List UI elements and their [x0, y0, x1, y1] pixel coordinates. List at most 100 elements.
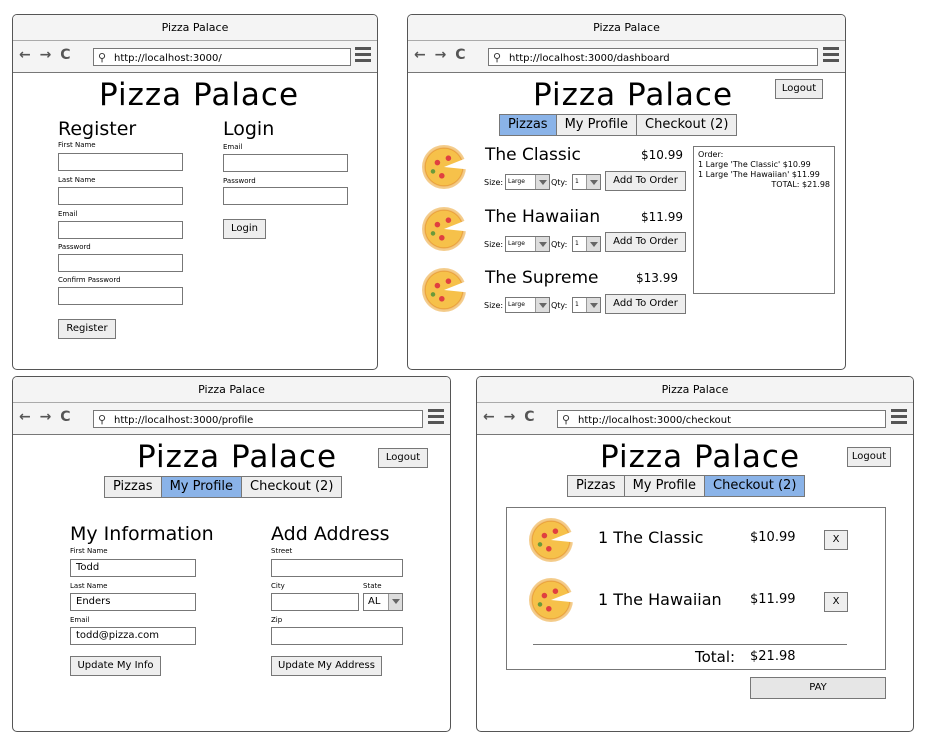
login-window: Pizza Palace ← → C ⚲ http://localhost:300…: [12, 14, 378, 370]
order-summary: Order: 1 Large 'The Classic' $10.99 1 La…: [693, 146, 835, 294]
my-information-heading: My Information: [70, 523, 214, 545]
cart-item-price: $10.99: [750, 530, 796, 545]
city-field[interactable]: [271, 593, 359, 611]
zip-field[interactable]: [271, 627, 403, 645]
address-bar[interactable]: ⚲ http://localhost:3000/checkout: [557, 410, 886, 428]
register-button[interactable]: Register: [58, 319, 116, 339]
nav-buttons[interactable]: ← → C: [414, 47, 467, 63]
tab-my-profile[interactable]: My Profile: [624, 476, 706, 496]
order-heading: Order:: [698, 150, 724, 159]
pizza-image: [422, 145, 466, 189]
url-text: http://localhost:3000/dashboard: [509, 53, 670, 64]
browser-toolbar: ← → C ⚲ http://localhost:3000/: [13, 41, 377, 73]
total-label: Total:: [695, 648, 736, 666]
pizza-image: [529, 578, 573, 622]
window-title: Pizza Palace: [13, 15, 377, 41]
address-bar[interactable]: ⚲ http://localhost:3000/profile: [93, 410, 423, 428]
menu-icon[interactable]: [428, 409, 444, 425]
qty-label: Qty:: [551, 240, 568, 249]
chevron-down-icon: [586, 237, 600, 251]
qty-label: Qty:: [551, 178, 568, 187]
register-password-field[interactable]: [58, 254, 183, 272]
add-to-order-button[interactable]: Add To Order: [605, 171, 686, 191]
url-text: http://localhost:3000/: [114, 53, 222, 64]
tab-pizzas[interactable]: Pizzas: [568, 476, 625, 496]
size-label: Size:: [484, 178, 504, 187]
search-icon: ⚲: [493, 51, 502, 64]
size-select[interactable]: Large: [505, 297, 550, 313]
divider: [533, 644, 847, 645]
email-label: Email: [70, 616, 90, 624]
email-field[interactable]: todd@pizza.com: [70, 627, 196, 645]
total-value: $21.98: [750, 649, 796, 664]
tab-checkout[interactable]: Checkout (2): [705, 476, 805, 496]
street-label: Street: [271, 547, 293, 555]
search-icon: ⚲: [98, 413, 107, 426]
update-info-button[interactable]: Update My Info: [70, 656, 161, 676]
login-password-field[interactable]: [223, 187, 348, 205]
menu-icon[interactable]: [891, 409, 907, 425]
logout-button[interactable]: Logout: [847, 447, 891, 467]
last-name-label: Last Name: [70, 582, 108, 590]
qty-select[interactable]: 1: [572, 174, 601, 190]
nav-buttons[interactable]: ← → C: [19, 409, 72, 425]
qty-label: Qty:: [551, 301, 568, 310]
qty-select[interactable]: 1: [572, 236, 601, 252]
login-button[interactable]: Login: [223, 219, 266, 239]
tab-pizzas[interactable]: Pizzas: [105, 477, 162, 497]
chevron-down-icon: [535, 298, 549, 312]
address-bar[interactable]: ⚲ http://localhost:3000/dashboard: [488, 48, 818, 66]
tab-checkout[interactable]: Checkout (2): [637, 115, 737, 135]
pay-button[interactable]: PAY: [750, 677, 886, 699]
tab-my-profile[interactable]: My Profile: [556, 115, 638, 135]
size-select[interactable]: Large: [505, 236, 550, 252]
confirm-password-label: Confirm Password: [58, 276, 121, 284]
order-line: 1 Large 'The Hawaiian' $11.99: [698, 170, 820, 179]
tab-checkout[interactable]: Checkout (2): [242, 477, 342, 497]
first-name-label: First Name: [58, 141, 96, 149]
url-text: http://localhost:3000/profile: [114, 415, 254, 426]
add-to-order-button[interactable]: Add To Order: [605, 294, 686, 314]
tab-my-profile[interactable]: My Profile: [161, 477, 243, 497]
qty-select[interactable]: 1: [572, 297, 601, 313]
street-field[interactable]: [271, 559, 403, 577]
tab-pizzas[interactable]: Pizzas: [500, 115, 557, 135]
remove-item-button[interactable]: X: [824, 592, 848, 612]
chevron-down-icon: [388, 594, 402, 610]
chevron-down-icon: [535, 175, 549, 189]
main-tabs: Pizzas My Profile Checkout (2): [499, 114, 738, 136]
dashboard-window: Pizza Palace ← → C ⚲ http://localhost:300…: [407, 14, 846, 370]
url-text: http://localhost:3000/checkout: [578, 415, 732, 426]
browser-toolbar: ← → C ⚲ http://localhost:3000/checkout: [477, 403, 913, 435]
add-to-order-button[interactable]: Add To Order: [605, 232, 686, 252]
state-select[interactable]: AL: [363, 593, 403, 611]
update-address-button[interactable]: Update My Address: [271, 656, 382, 676]
profile-window: Pizza Palace ← → C ⚲ http://localhost:300…: [12, 376, 451, 732]
first-name-field[interactable]: Todd: [70, 559, 196, 577]
logout-button[interactable]: Logout: [775, 79, 823, 99]
menu-icon[interactable]: [355, 47, 371, 63]
last-name-field[interactable]: [58, 187, 183, 205]
address-bar[interactable]: ⚲ http://localhost:3000/: [93, 48, 351, 66]
product-price: $10.99: [641, 148, 683, 162]
nav-buttons[interactable]: ← → C: [483, 409, 536, 425]
last-name-field[interactable]: Enders: [70, 593, 196, 611]
confirm-password-field[interactable]: [58, 287, 183, 305]
order-line: 1 Large 'The Classic' $10.99: [698, 160, 811, 169]
remove-item-button[interactable]: X: [824, 530, 848, 550]
product-name: The Hawaiian: [485, 207, 601, 227]
size-label: Size:: [484, 301, 504, 310]
chevron-down-icon: [586, 298, 600, 312]
nav-buttons[interactable]: ← → C: [19, 47, 72, 63]
first-name-field[interactable]: [58, 153, 183, 171]
order-total: TOTAL: $21.98: [771, 180, 830, 189]
login-email-field[interactable]: [223, 154, 348, 172]
pizza-image: [529, 518, 573, 562]
email-label: Email: [58, 210, 78, 218]
size-select[interactable]: Large: [505, 174, 550, 190]
cart-item-name: 1 The Hawaiian: [598, 590, 722, 609]
register-email-field[interactable]: [58, 221, 183, 239]
menu-icon[interactable]: [823, 47, 839, 63]
logout-button[interactable]: Logout: [378, 448, 428, 468]
city-label: City: [271, 582, 285, 590]
